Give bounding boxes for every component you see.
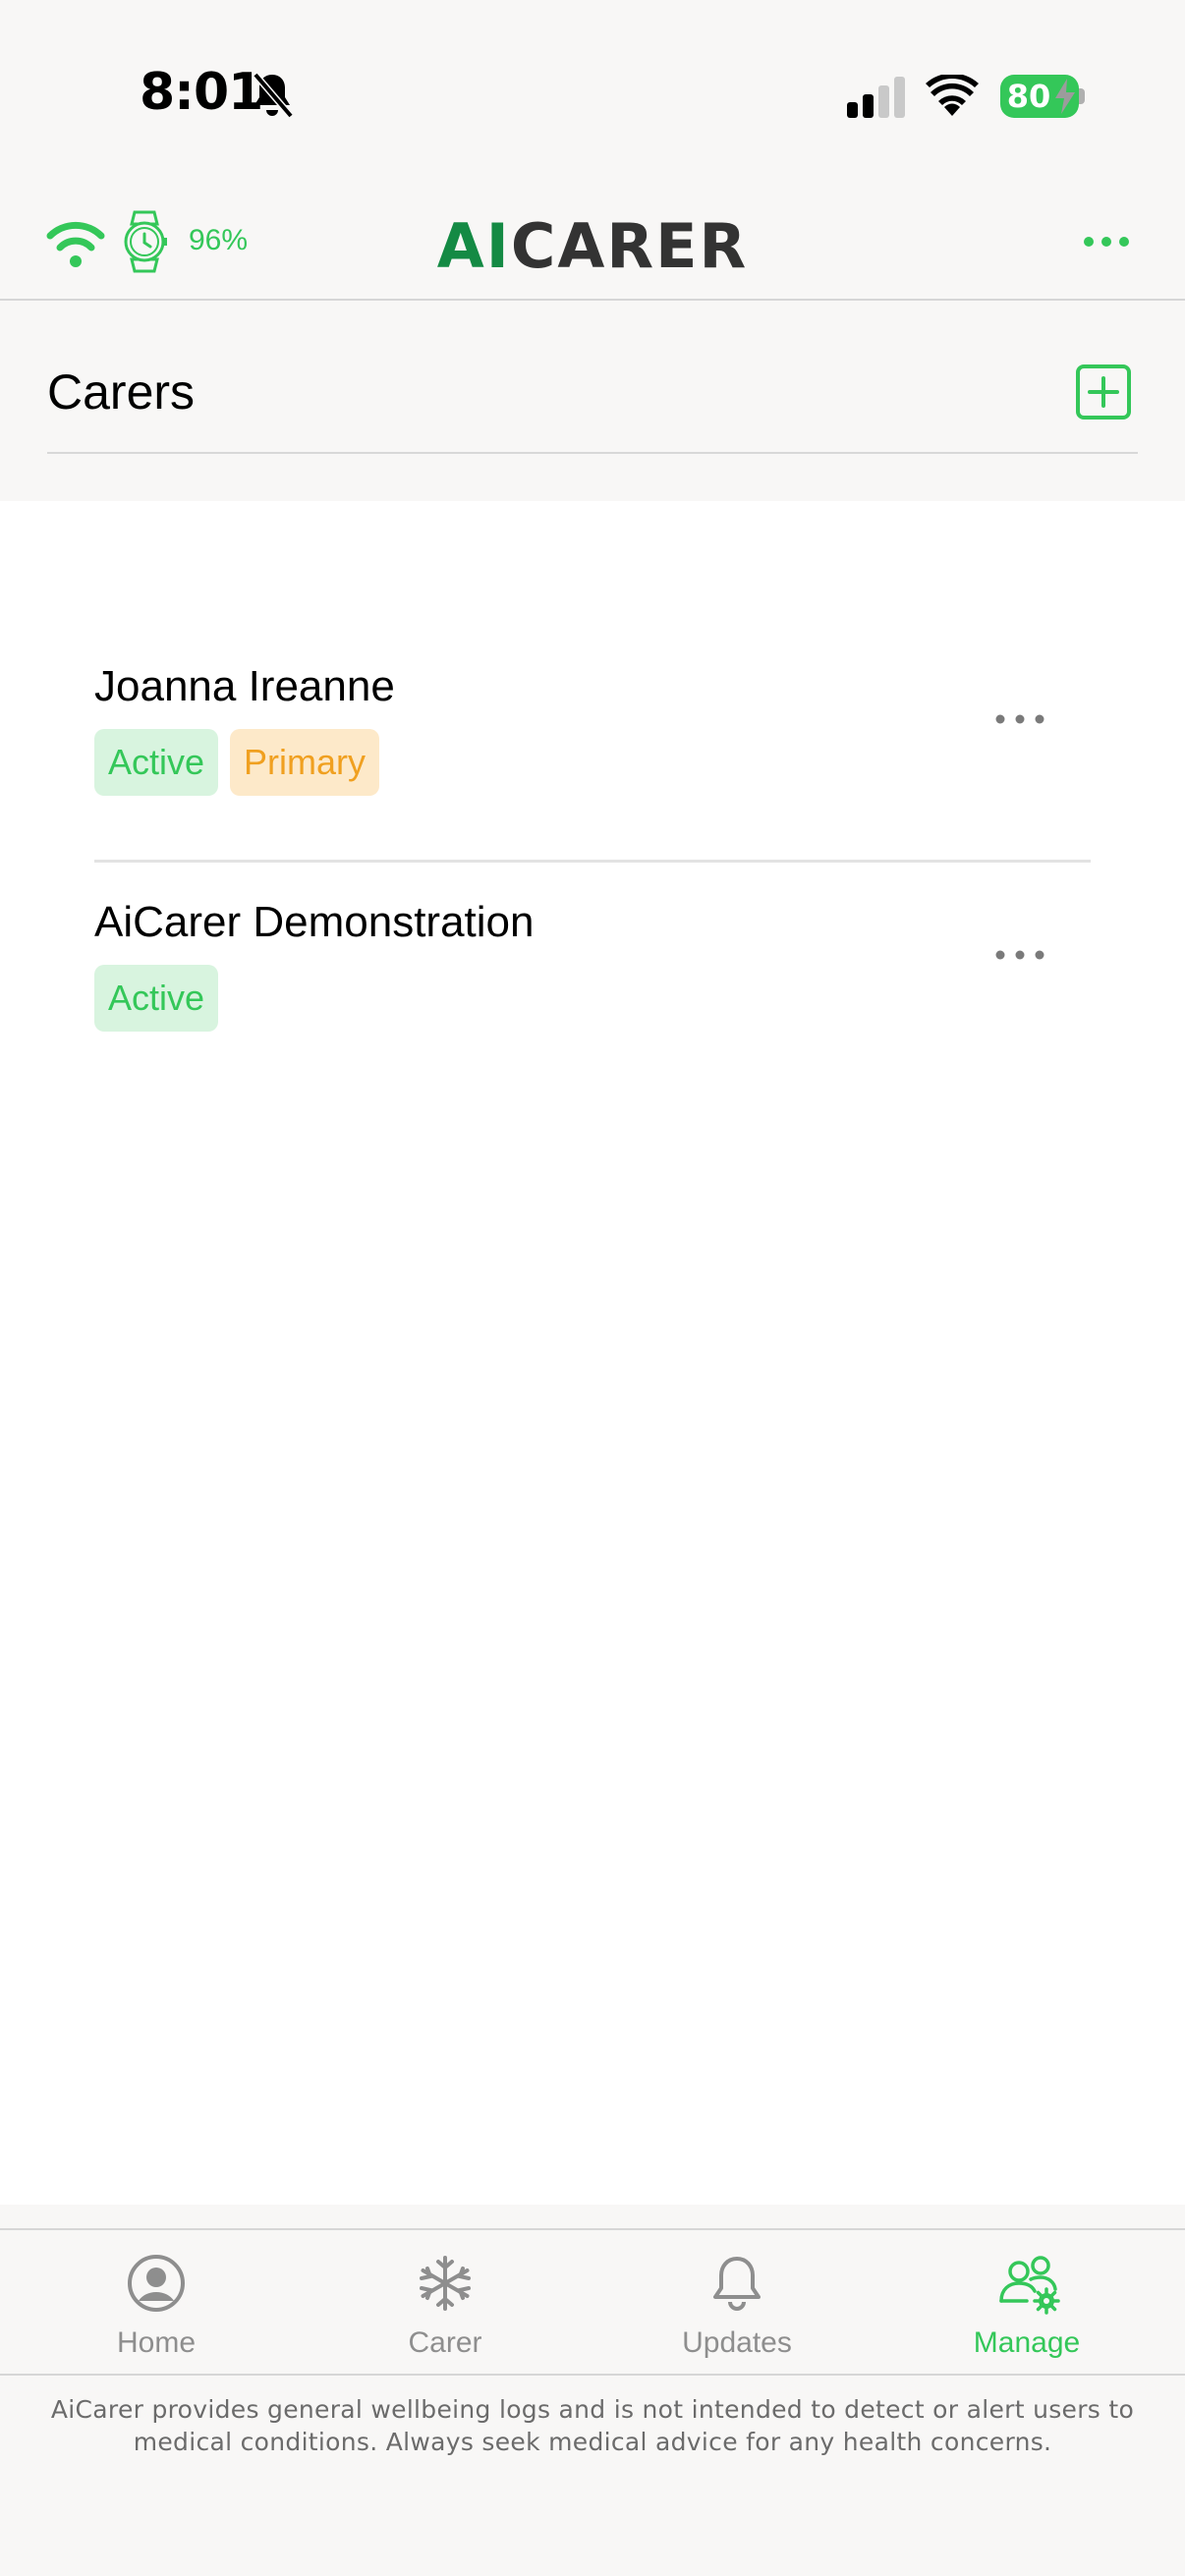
status-time: 8:01	[140, 63, 263, 122]
logo-rest: CARER	[510, 210, 749, 282]
list-item[interactable]: Joanna Ireanne Active Primary	[94, 629, 1091, 863]
app-logo: AICARER	[0, 210, 1185, 282]
carer-name: AiCarer Demonstration	[94, 898, 535, 946]
badge-group: Active Primary	[94, 729, 380, 796]
carer-list: Joanna Ireanne Active Primary AiCarer De…	[0, 501, 1185, 2205]
tab-home[interactable]: Home	[9, 2230, 304, 2378]
tab-manage[interactable]: Manage	[879, 2230, 1174, 2378]
plus-square-icon[interactable]	[1075, 364, 1132, 420]
person-circle-icon	[128, 2255, 185, 2312]
tab-label: Manage	[973, 2326, 1081, 2359]
wifi-icon	[926, 75, 979, 116]
bell-icon	[713, 2257, 761, 2311]
bell-slash-icon	[253, 72, 294, 119]
tab-label: Updates	[682, 2326, 792, 2359]
more-horizontal-icon[interactable]	[992, 700, 1047, 739]
snowflake-icon	[420, 2256, 471, 2311]
tab-carer[interactable]: Carer	[298, 2230, 592, 2378]
app-header: 96% AICARER	[0, 187, 1185, 301]
divider	[47, 452, 1138, 454]
status-bar: 8:01 80	[0, 0, 1185, 187]
section-header: Carers	[0, 303, 1185, 501]
status-badge-primary: Primary	[230, 729, 380, 796]
tab-label: Home	[116, 2326, 197, 2359]
charging-bolt-icon	[1055, 79, 1075, 114]
more-horizontal-icon[interactable]	[1081, 222, 1132, 261]
badge-group: Active	[94, 965, 219, 1032]
more-horizontal-icon[interactable]	[992, 935, 1047, 975]
status-badge-active: Active	[94, 965, 219, 1032]
tab-updates[interactable]: Updates	[590, 2230, 884, 2378]
status-badge-active: Active	[94, 729, 219, 796]
tab-label: Carer	[408, 2326, 482, 2359]
logo-accent: AI	[436, 210, 511, 282]
tab-bar: Home Carer Updates Manage	[0, 2228, 1185, 2376]
disclaimer-text: AiCarer provides general wellbeing logs …	[50, 2395, 1135, 2456]
cell-signal-icon	[847, 77, 905, 118]
page-title: Carers	[47, 364, 196, 420]
battery-cap	[1079, 88, 1085, 104]
battery-level: 80	[1006, 78, 1051, 115]
list-item[interactable]: AiCarer Demonstration Active	[94, 865, 1091, 1098]
carer-name: Joanna Ireanne	[94, 662, 395, 710]
people-settings-icon	[999, 2256, 1060, 2315]
